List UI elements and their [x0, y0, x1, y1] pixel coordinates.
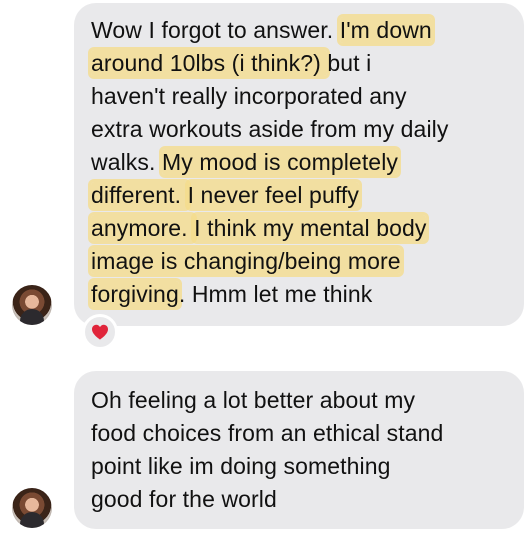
message-line: Oh feeling a lot better about my — [91, 384, 510, 417]
highlighted-text: anymore. — [91, 215, 195, 241]
message-text-segment: point like im doing something — [91, 453, 391, 479]
message-bubble[interactable]: Wow I forgot to answer. I'm down around 1… — [74, 3, 524, 326]
message-text-segment: Oh feeling a lot better about my — [91, 387, 416, 413]
message-line: Wow I forgot to answer. I'm down — [91, 14, 510, 47]
message-text-segment: walks. — [91, 149, 162, 175]
message-line: walks. My mood is completely — [91, 146, 510, 179]
message-bubble[interactable]: Oh feeling a lot better about my food cho… — [74, 371, 524, 529]
message-line: image is changing/being more — [91, 245, 510, 278]
sender-avatar[interactable] — [12, 285, 52, 325]
highlighted-text: My mood is completely — [162, 149, 399, 175]
message-line: different. I never feel puffy — [91, 179, 510, 212]
heart-reaction[interactable] — [82, 314, 118, 350]
heart-icon — [92, 324, 108, 340]
message-line: food choices from an ethical stand — [91, 417, 510, 450]
message-text-segment: good for the world — [91, 486, 277, 512]
highlighted-text: around 10lbs (i think?) — [91, 50, 328, 76]
message-line: point like im doing something — [91, 450, 510, 483]
message-line: around 10lbs (i think?) but i — [91, 47, 510, 80]
message-text-segment: haven't really incorporated any — [91, 83, 407, 109]
message-text-segment: . Hmm let me think — [178, 281, 373, 307]
highlighted-text: I never feel puffy — [187, 182, 360, 208]
message-text-segment: but i — [327, 50, 372, 76]
message-text-segment: extra workouts aside from my daily — [91, 116, 449, 142]
highlighted-text: different. — [91, 182, 188, 208]
message-line: anymore. I think my mental body — [91, 212, 510, 245]
sender-avatar[interactable] — [12, 488, 52, 528]
message-text: Oh feeling a lot better about my food cho… — [91, 384, 510, 516]
message-line: good for the world — [91, 483, 510, 516]
message-line: forgiving. Hmm let me think — [91, 278, 510, 311]
message-text-segment: Wow I forgot to answer. — [91, 17, 340, 43]
highlighted-text: forgiving — [91, 281, 179, 307]
message-line: extra workouts aside from my daily — [91, 113, 510, 146]
message-text-segment: food choices from an ethical stand — [91, 420, 444, 446]
message-line: haven't really incorporated any — [91, 80, 510, 113]
highlighted-text: I think my mental body — [194, 215, 427, 241]
highlighted-text: image is changing/being more — [91, 248, 401, 274]
message-text: Wow I forgot to answer. I'm down around 1… — [91, 14, 510, 311]
highlighted-text: I'm down — [339, 17, 432, 43]
